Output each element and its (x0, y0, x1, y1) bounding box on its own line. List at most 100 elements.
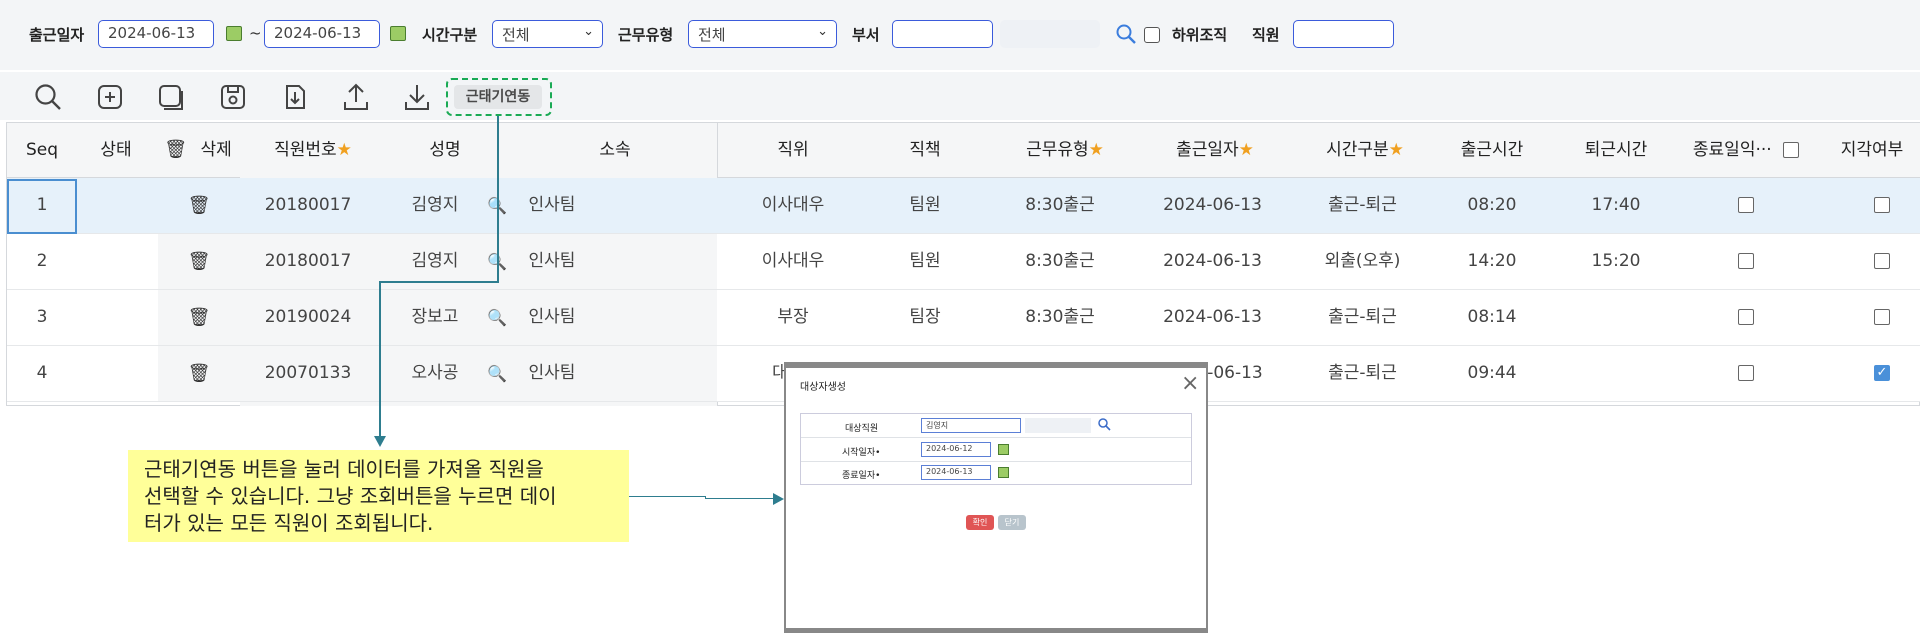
cell-in-time[interactable]: 08:20 (1452, 178, 1532, 233)
trash-icon[interactable]: 🗑 (187, 346, 211, 401)
cell-in-time[interactable]: 14:20 (1452, 234, 1532, 289)
col-emp-no[interactable]: 직원번호★ (258, 123, 368, 177)
col-late[interactable]: 지각여부 (1832, 123, 1912, 177)
import-icon[interactable] (279, 82, 311, 112)
cell-name[interactable]: 김영지 (405, 178, 465, 233)
date-from-input[interactable]: 2024-06-13 (98, 20, 214, 48)
cell-emp-no[interactable]: 20180017 (258, 178, 358, 233)
calendar-icon[interactable] (998, 467, 1009, 478)
employee-input[interactable] (1293, 20, 1394, 48)
cell-emp-no[interactable]: 20190024 (258, 290, 358, 345)
attendance-sync-button[interactable]: 근태기연동 (454, 85, 542, 109)
work-type-value: 전체 (698, 26, 726, 44)
add-icon[interactable] (94, 82, 126, 112)
cell-time-type[interactable]: 출근-퇴근 (1305, 346, 1420, 401)
cell-emp-no[interactable]: 20070133 (258, 346, 358, 401)
cell-date[interactable]: -06-13 (1205, 346, 1265, 401)
col-date[interactable]: 출근일자★ (1160, 123, 1270, 177)
cell-work-type[interactable]: 8:30출근 (1015, 290, 1105, 345)
late-checkbox[interactable] (1872, 178, 1892, 233)
sub-org-checkbox[interactable] (1144, 27, 1160, 43)
col-seq[interactable]: Seq (7, 123, 77, 177)
cell-name[interactable]: 오사공 (405, 346, 465, 401)
cell-dept[interactable]: 인사팀 (522, 234, 582, 289)
cell-work-type[interactable]: 8:30출근 (1015, 234, 1105, 289)
upload-icon[interactable] (340, 82, 372, 112)
search-icon[interactable] (32, 82, 64, 112)
cell-dept[interactable]: 인사팀 (522, 346, 582, 401)
trash-icon[interactable]: 🗑 (187, 178, 211, 233)
trash-icon[interactable]: 🗑 (187, 290, 211, 345)
cell-out-time[interactable] (1576, 290, 1656, 345)
late-checkbox[interactable]: ✓ (1872, 346, 1892, 401)
col-position[interactable]: 직위 (758, 123, 828, 177)
cell-in-time[interactable]: 08:14 (1452, 290, 1532, 345)
end-date-input[interactable]: 2024-06-13 (921, 465, 991, 480)
cell-time-type[interactable]: 출근-퇴근 (1305, 178, 1420, 233)
col-status[interactable]: 상태 (86, 123, 146, 177)
save-icon[interactable] (217, 82, 249, 112)
calendar-icon[interactable] (390, 26, 406, 41)
cell-date[interactable]: 2024-06-13 (1155, 290, 1270, 345)
cell-seq[interactable]: 4 (7, 346, 77, 401)
cell-duty[interactable]: 팀원 (890, 178, 960, 233)
cell-date[interactable]: 2024-06-13 (1155, 234, 1270, 289)
cell-name[interactable]: 장보고 (405, 290, 465, 345)
col-dept[interactable]: 소속 (580, 123, 650, 177)
dept-input[interactable] (892, 20, 993, 48)
cell-duty[interactable]: 팀장 (890, 290, 960, 345)
cell-emp-no[interactable]: 20180017 (258, 234, 358, 289)
cell-position[interactable]: 이사대우 (748, 234, 838, 289)
calendar-icon[interactable] (998, 444, 1009, 455)
cell-dept[interactable]: 인사팀 (522, 290, 582, 345)
col-work-type[interactable]: 근무유형★ (1010, 123, 1120, 177)
late-checkbox[interactable] (1872, 234, 1892, 289)
calendar-icon[interactable] (226, 26, 242, 41)
cell-position[interactable]: 부장 (748, 290, 838, 345)
cell-duty[interactable]: 팀원 (890, 234, 960, 289)
cell-seq[interactable]: 1 (7, 178, 77, 233)
download-icon[interactable] (401, 82, 433, 112)
col-end-next-day[interactable]: 종료일익··· (1686, 123, 1806, 177)
search-icon[interactable]: 🔍 (486, 290, 508, 345)
cell-position[interactable]: 이사대우 (748, 178, 838, 233)
cell-work-type[interactable]: 8:30출근 (1015, 178, 1105, 233)
cell-time-type[interactable]: 출근-퇴근 (1305, 290, 1420, 345)
search-icon[interactable]: 🔍 (486, 346, 508, 401)
cell-seq[interactable]: 2 (7, 234, 77, 289)
cell-dept[interactable]: 인사팀 (522, 178, 582, 233)
col-name[interactable]: 성명 (410, 123, 480, 177)
col-delete[interactable]: 🗑 삭제 (156, 123, 240, 177)
cell-time-type[interactable]: 외출(오후) (1305, 234, 1420, 289)
copy-icon[interactable] (155, 82, 187, 112)
col-time-type-label: 시간구분 (1326, 140, 1389, 160)
end-next-day-checkbox[interactable] (1736, 290, 1756, 345)
date-to-input[interactable]: 2024-06-13 (264, 20, 380, 48)
end-next-day-checkbox[interactable] (1736, 234, 1756, 289)
search-icon[interactable] (1097, 416, 1111, 431)
col-time-type[interactable]: 시간구분★ (1310, 123, 1420, 177)
cell-seq[interactable]: 3 (7, 290, 77, 345)
close-icon[interactable]: × (1181, 371, 1199, 396)
end-next-day-checkbox[interactable] (1736, 178, 1756, 233)
cell-date[interactable]: 2024-06-13 (1155, 178, 1270, 233)
arrow-head-icon (773, 493, 784, 505)
dialog-close-button[interactable]: 닫기 (998, 515, 1026, 530)
trash-icon[interactable]: 🗑 (187, 234, 211, 289)
search-icon[interactable] (1114, 22, 1138, 46)
cell-out-time[interactable]: 17:40 (1576, 178, 1656, 233)
time-type-select[interactable]: 전체 ⌄ (492, 20, 603, 48)
col-duty[interactable]: 직책 (890, 123, 960, 177)
target-employee-input[interactable]: 김영지 (921, 418, 1021, 433)
cell-out-time[interactable]: 15:20 (1576, 234, 1656, 289)
late-checkbox[interactable] (1872, 290, 1892, 345)
confirm-button[interactable]: 확인 (966, 515, 994, 530)
end-next-day-checkbox[interactable] (1736, 346, 1756, 401)
start-date-input[interactable]: 2024-06-12 (921, 442, 991, 457)
required-star-icon: ★ (1388, 140, 1404, 160)
work-type-select[interactable]: 전체 ⌄ (688, 20, 837, 48)
cell-in-time[interactable]: 09:44 (1452, 346, 1532, 401)
select-all-checkbox[interactable] (1783, 142, 1800, 158)
col-out-time[interactable]: 퇴근시간 (1576, 123, 1656, 177)
col-in-time[interactable]: 출근시간 (1452, 123, 1532, 177)
